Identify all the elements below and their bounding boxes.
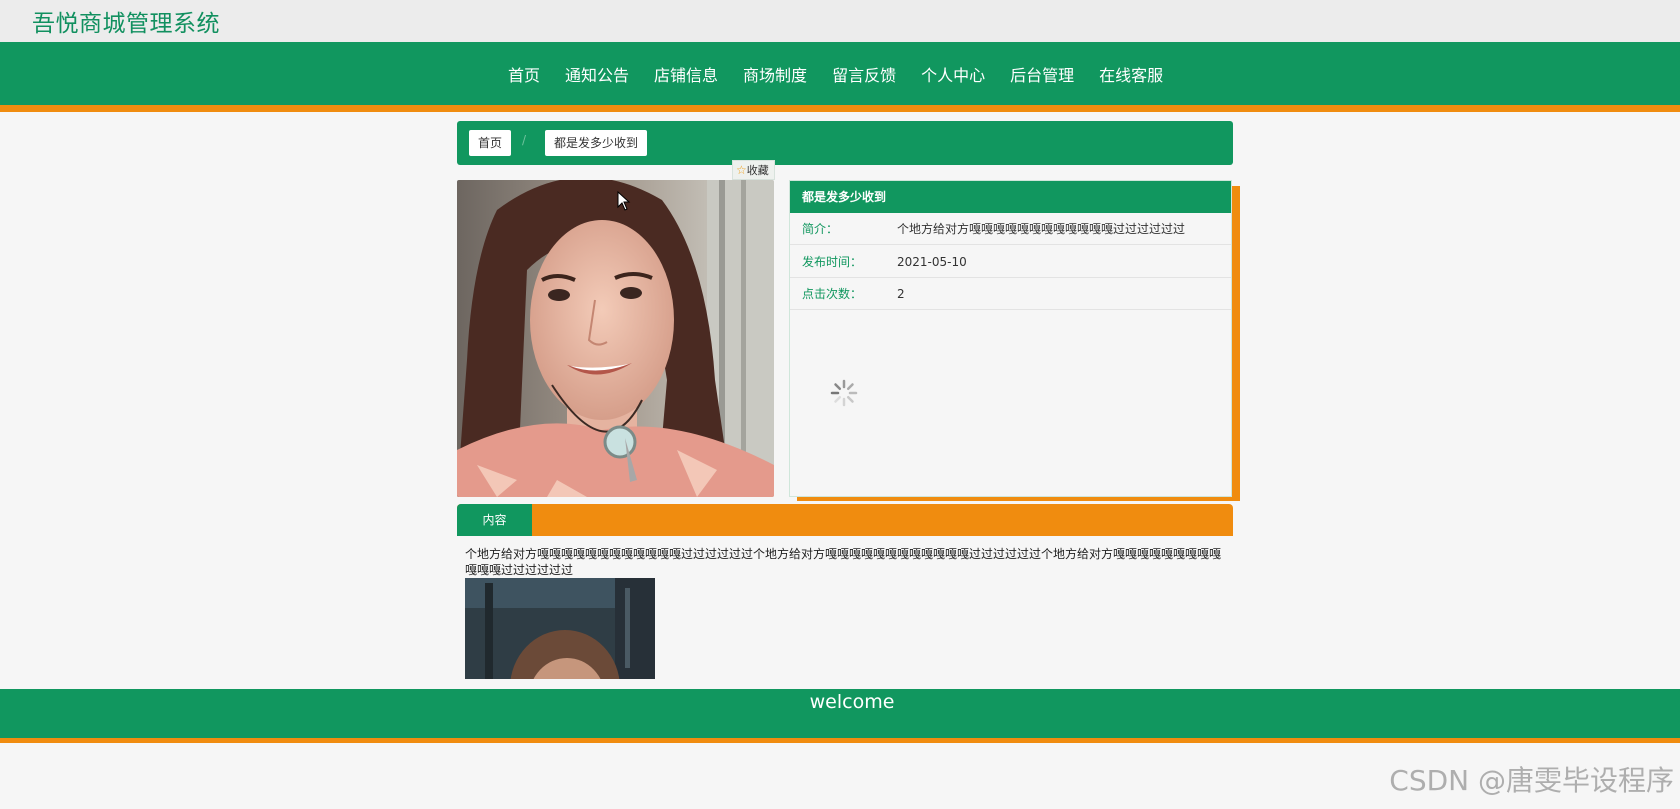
nav-item-announcements[interactable]: 通知公告 (565, 62, 629, 86)
nav-item-home[interactable]: 首页 (508, 62, 540, 86)
main-navigation: 首页 通知公告 店铺信息 商场制度 留言反馈 个人中心 后台管理 在线客服 (0, 42, 1680, 105)
footer-text: welcome (809, 691, 895, 713)
watermark: CSDN @唐雯毕设程序 (1389, 764, 1674, 797)
breadcrumb-current[interactable]: 都是发多少收到 (545, 130, 648, 156)
mouse-cursor-icon (617, 191, 631, 211)
footer-accent-bar (0, 738, 1680, 743)
breadcrumb-separator: / (522, 133, 527, 147)
nav-item-shop-info[interactable]: 店铺信息 (654, 62, 718, 86)
footer: welcome (0, 689, 1680, 738)
breadcrumb-home[interactable]: 首页 (469, 130, 512, 156)
top-header: 吾悦商城管理系统 (0, 0, 1680, 42)
content-photo (465, 578, 655, 679)
detail-value: 2 (897, 287, 905, 301)
nav-item-admin[interactable]: 后台管理 (1010, 62, 1074, 86)
detail-label: 发布时间： (802, 255, 863, 269)
star-icon: ☆ (736, 163, 747, 177)
detail-label: 点击次数： (802, 287, 863, 301)
content-tab-bar: 内容 (457, 504, 1233, 536)
detail-value: 2021-05-10 (897, 255, 967, 269)
nav-item-personal-center[interactable]: 个人中心 (921, 62, 985, 86)
breadcrumb: 首页 都是发多少收到 (457, 121, 1233, 165)
nav-accent-bar (0, 105, 1680, 112)
nav-item-mall-rules[interactable]: 商场制度 (743, 62, 807, 86)
spinner-icon (830, 379, 858, 407)
favorite-button[interactable]: ☆收藏 (732, 160, 775, 180)
content-image (465, 578, 655, 679)
detail-row-publish-time: 发布时间： 2021-05-10 (790, 246, 1231, 278)
content-body-text: 个地方给对方嘎嘎嘎嘎嘎嘎嘎嘎嘎嘎嘎嘎过过过过过过个地方给对方嘎嘎嘎嘎嘎嘎嘎嘎嘎嘎… (465, 547, 1222, 577)
nav-item-feedback[interactable]: 留言反馈 (832, 62, 896, 86)
detail-card: 都是发多少收到 简介： 个地方给对方嘎嘎嘎嘎嘎嘎嘎嘎嘎嘎嘎嘎过过过过过过 发布时… (789, 180, 1232, 497)
detail-title: 都是发多少收到 (790, 181, 1231, 213)
detail-value: 个地方给对方嘎嘎嘎嘎嘎嘎嘎嘎嘎嘎嘎嘎过过过过过过 (897, 222, 1186, 236)
detail-label: 简介： (802, 222, 839, 236)
portrait-image (457, 180, 774, 497)
nav-item-online-service[interactable]: 在线客服 (1099, 62, 1163, 86)
detail-row-clicks: 点击次数： 2 (790, 278, 1231, 310)
site-title: 吾悦商城管理系统 (32, 11, 220, 37)
favorite-label: 收藏 (746, 164, 769, 177)
tab-content[interactable]: 内容 (457, 504, 532, 536)
detail-row-intro: 简介： 个地方给对方嘎嘎嘎嘎嘎嘎嘎嘎嘎嘎嘎嘎过过过过过过 (790, 213, 1231, 245)
nav-items: 首页 通知公告 店铺信息 商场制度 留言反馈 个人中心 后台管理 在线客服 (508, 42, 1188, 105)
product-image (457, 180, 774, 497)
